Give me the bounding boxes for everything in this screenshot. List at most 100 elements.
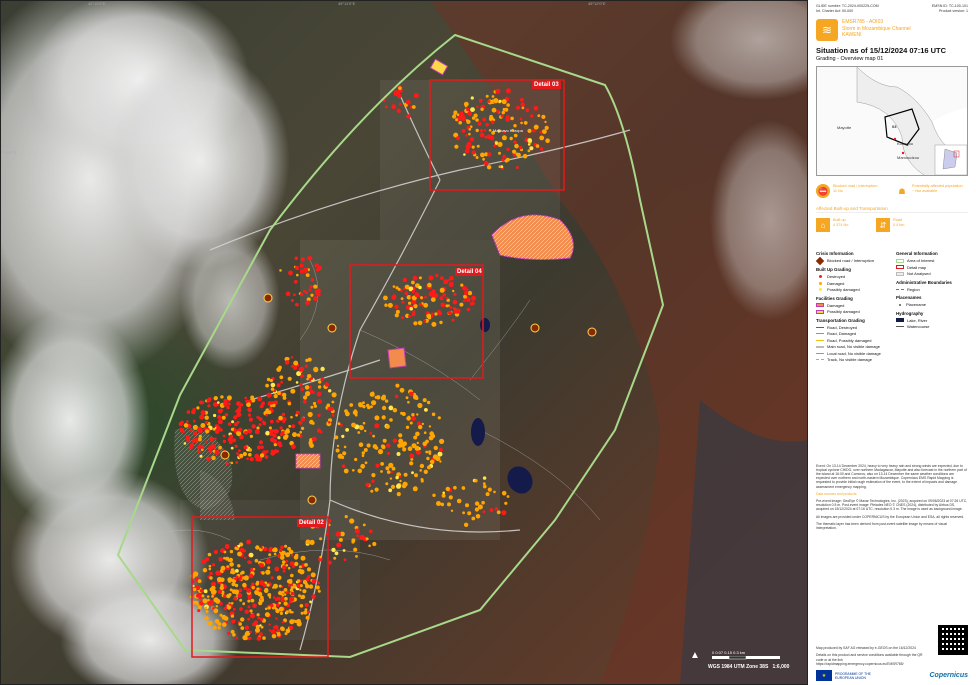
damage-point [238, 622, 242, 626]
damage-point [447, 310, 452, 315]
damage-point [400, 411, 404, 415]
damage-point [365, 482, 370, 487]
damage-point [310, 293, 314, 297]
damage-point [381, 415, 386, 420]
damage-point [193, 431, 198, 436]
damage-point [380, 462, 384, 466]
damage-point [304, 563, 308, 567]
legend-road-destroyed: Road, Destroyed [816, 325, 888, 331]
qr-code-icon[interactable] [938, 625, 968, 655]
damage-point [338, 537, 343, 542]
damage-point [229, 558, 233, 562]
damage-point [303, 610, 308, 615]
damage-point [482, 476, 487, 480]
damage-point [461, 486, 466, 490]
damage-point [390, 471, 393, 474]
damage-point [336, 542, 342, 548]
map-produced-text: Map produced by SAF AG released by e-GEO… [816, 646, 916, 651]
damage-point [465, 297, 471, 303]
map-view[interactable]: Detail 03 Detail 04 Detail 02 Majicavo K… [0, 0, 808, 685]
damage-point [271, 633, 277, 639]
damage-point [490, 120, 495, 125]
damage-point [304, 364, 309, 368]
damage-point [381, 405, 387, 411]
damage-point [298, 565, 302, 569]
damage-point [198, 437, 202, 442]
damage-point [331, 392, 337, 398]
blocked-road-marker[interactable] [263, 293, 273, 303]
damage-point [442, 491, 446, 495]
damage-point [400, 297, 404, 300]
damage-point [449, 306, 452, 309]
damage-point [475, 118, 479, 122]
road-icon: ⇵ [876, 218, 890, 232]
damage-point [537, 114, 541, 118]
damage-point [229, 562, 234, 567]
damage-point [256, 426, 260, 430]
damage-point [437, 451, 443, 457]
damage-point [284, 544, 288, 548]
damage-point [409, 421, 413, 425]
damage-point [469, 137, 475, 142]
damage-point [244, 396, 247, 400]
damage-point [545, 138, 550, 143]
damage-point [391, 466, 396, 471]
damage-point [204, 606, 208, 610]
damage-point [211, 595, 215, 598]
damage-point [519, 98, 524, 102]
damage-point [291, 611, 294, 614]
damage-point [242, 602, 246, 606]
damage-point [352, 469, 355, 472]
damage-point [501, 99, 507, 105]
damage-point [306, 377, 309, 381]
damage-point [303, 399, 307, 404]
damage-point [255, 457, 260, 462]
damage-point [233, 619, 236, 622]
damage-point [309, 443, 314, 448]
blocked-road-marker[interactable] [307, 495, 317, 505]
blocked-road-marker[interactable] [530, 323, 540, 333]
damage-point [412, 486, 418, 492]
damage-point [244, 625, 249, 630]
damage-point [396, 492, 401, 497]
damage-point [439, 438, 445, 444]
damage-point [286, 357, 290, 361]
damage-point [422, 441, 428, 447]
damage-point [389, 477, 393, 480]
damage-point [386, 470, 391, 474]
damage-point [344, 515, 348, 519]
damage-point [462, 299, 466, 303]
damage-point [236, 452, 239, 455]
legend-builtup-title: Built Up Grading [816, 267, 851, 272]
blocked-road-marker[interactable] [220, 450, 230, 460]
damage-point [301, 417, 306, 422]
damage-point [230, 629, 235, 634]
damage-point [245, 399, 249, 403]
blocked-road-marker[interactable] [327, 323, 337, 333]
damage-point [308, 584, 314, 589]
blocked-road-marker[interactable] [587, 327, 597, 337]
damage-point [485, 94, 489, 98]
damage-point [221, 415, 226, 420]
damage-point [219, 601, 223, 606]
damage-point [250, 598, 255, 603]
damage-point [448, 281, 454, 287]
damage-point [317, 385, 322, 389]
damage-point [305, 539, 311, 545]
damage-point [501, 158, 505, 162]
damage-point [246, 457, 249, 461]
damage-point [311, 390, 315, 394]
damage-point [376, 395, 381, 400]
damage-point [396, 483, 401, 489]
damage-point [280, 626, 285, 631]
damage-point [419, 469, 423, 472]
damage-point [477, 121, 482, 126]
damage-point [230, 614, 235, 618]
damage-point [268, 553, 272, 557]
damage-point [398, 475, 402, 479]
damage-point [310, 377, 314, 380]
damage-point [408, 314, 411, 318]
damage-point [196, 603, 199, 606]
scale-bar: ▲ 0 0.07 0.15 0.3 km WGS 1984 UTM Zone 3… [690, 650, 805, 680]
damage-point [372, 541, 377, 547]
